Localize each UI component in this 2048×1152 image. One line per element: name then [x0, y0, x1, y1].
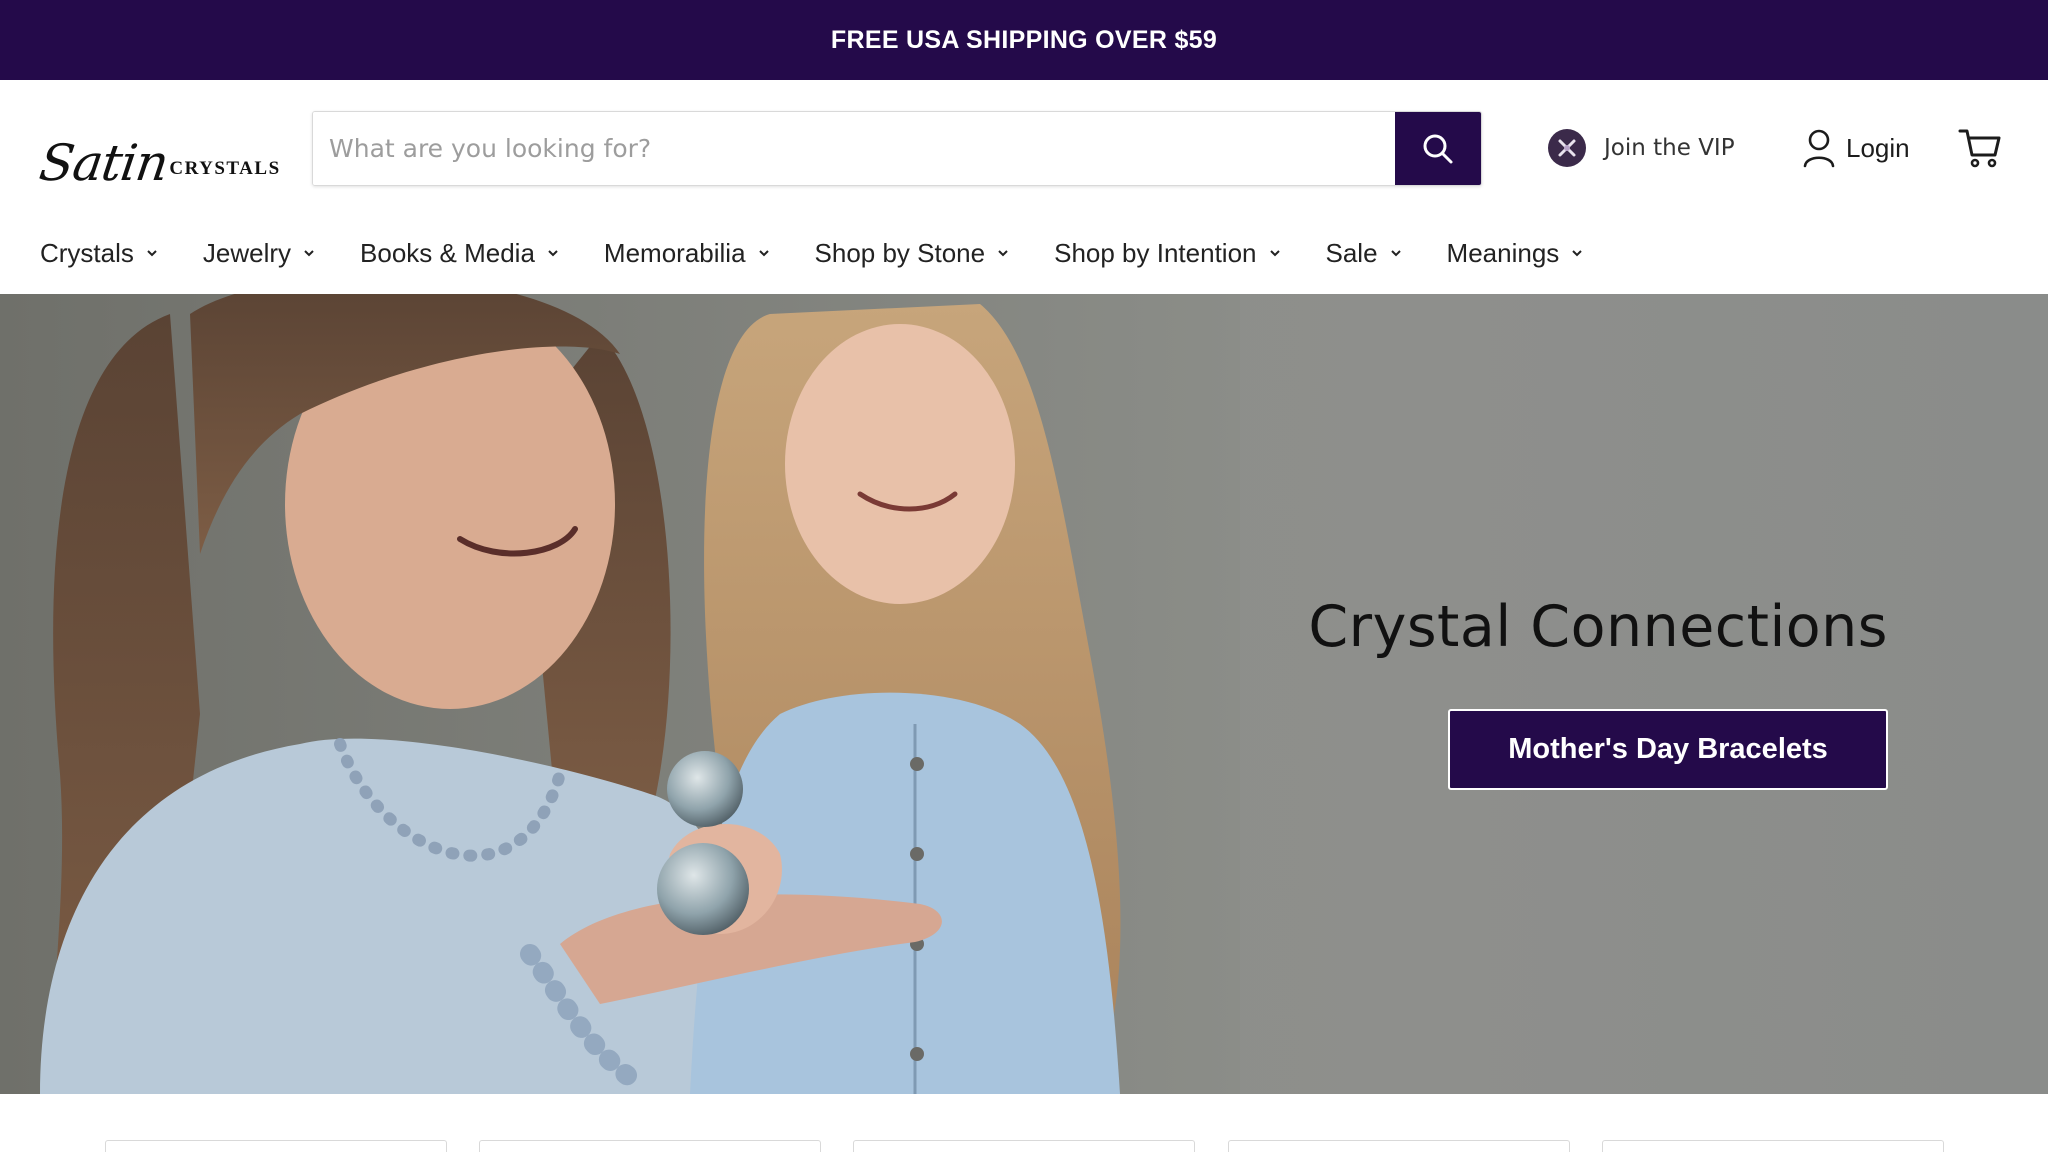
announcement-bar: FREE USA SHIPPING OVER $59: [0, 0, 2048, 80]
announcement-text: FREE USA SHIPPING OVER $59: [830, 25, 1218, 54]
nav-item-label: Crystals: [40, 237, 134, 268]
chevron-down-icon: [304, 250, 314, 257]
nav-item-shop-by-stone[interactable]: Shop by Stone: [815, 238, 1012, 269]
nav-item-label: Shop by Intention: [1054, 237, 1257, 268]
logo-caps-text: CRYSTALS: [169, 158, 281, 179]
nav-item-books-media[interactable]: Books & Media: [360, 238, 561, 269]
site-header: Satin CRYSTALS Join the VIP Login: [0, 80, 2048, 294]
nav-item-label: Jewelry: [202, 237, 292, 268]
nav-item-label: Memorabilia: [603, 237, 746, 268]
category-card[interactable]: [1228, 1140, 1570, 1152]
cart-button[interactable]: [1956, 124, 2004, 172]
nav-item-sale[interactable]: Sale: [1326, 238, 1404, 269]
category-card[interactable]: [853, 1140, 1195, 1152]
login-link[interactable]: Login: [1802, 126, 1910, 170]
join-vip-link[interactable]: Join the VIP: [1548, 128, 1735, 168]
site-logo[interactable]: Satin CRYSTALS: [36, 118, 281, 192]
search-button[interactable]: [1395, 112, 1481, 185]
chevron-down-icon: [1572, 250, 1582, 257]
chevron-down-icon: [998, 250, 1008, 257]
nav-item-label: Meanings: [1446, 237, 1560, 268]
hero-title: Crystal Connections: [1308, 594, 1888, 660]
mothers-day-bracelets-button[interactable]: Mother's Day Bracelets: [1448, 709, 1888, 790]
nav-item-label: Shop by Stone: [814, 237, 986, 268]
nav-item-label: Sale: [1325, 237, 1378, 268]
nav-item-jewelry[interactable]: Jewelry: [203, 238, 317, 269]
user-icon: [1803, 129, 1835, 168]
nav-item-shop-by-intention[interactable]: Shop by Intention: [1054, 238, 1282, 269]
vip-badge-icon: [1548, 129, 1586, 167]
search-icon: [1423, 134, 1453, 163]
category-card[interactable]: [1602, 1140, 1944, 1152]
nav-item-crystals[interactable]: Crystals: [40, 238, 160, 269]
vip-label: Join the VIP: [1604, 135, 1735, 161]
hero-banner[interactable]: Crystal Connections Mother's Day Bracele…: [0, 294, 2048, 1094]
category-cards-strip: [0, 1094, 2048, 1152]
hero-photo: [0, 294, 1240, 1094]
search-bar: [312, 111, 1482, 186]
logo-script-text: Satin: [35, 134, 172, 192]
search-input[interactable]: [313, 112, 1395, 185]
main-nav: Crystals Jewelry Books & Media Memorabil…: [40, 228, 1585, 278]
chevron-down-icon: [548, 250, 558, 257]
nav-item-memorabilia[interactable]: Memorabilia: [604, 238, 772, 269]
chevron-down-icon: [147, 250, 157, 257]
login-label: Login: [1846, 132, 1910, 163]
cart-icon: [1958, 129, 2001, 168]
category-card[interactable]: [105, 1140, 447, 1152]
chevron-down-icon: [758, 250, 769, 257]
nav-item-label: Books & Media: [360, 237, 535, 268]
chevron-down-icon: [1390, 250, 1401, 257]
category-card[interactable]: [479, 1140, 821, 1152]
chevron-down-icon: [1269, 250, 1280, 257]
nav-item-meanings[interactable]: Meanings: [1447, 238, 1586, 269]
